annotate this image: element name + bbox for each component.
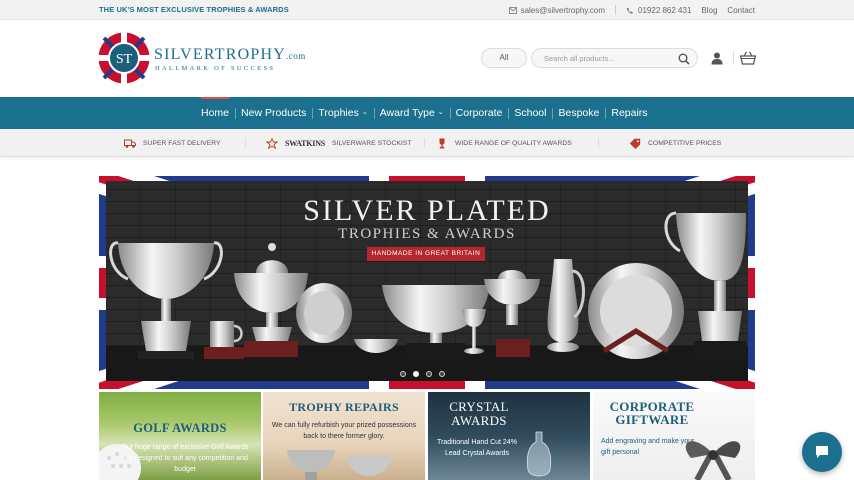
nav-label: Home xyxy=(201,107,230,119)
usp-stockist: SWATKINS SILVERWARE STOCKIST xyxy=(266,137,412,150)
contact-link[interactable]: Contact xyxy=(727,6,755,15)
nav-new-products[interactable]: New Products xyxy=(235,97,312,129)
phone-text: 01922 862 431 xyxy=(638,5,692,15)
header-divider xyxy=(733,51,734,65)
top-bar: THE UK'S MOST EXCLUSIVE TROPHIES & AWARD… xyxy=(0,0,854,20)
divider xyxy=(424,138,425,148)
card-text: Our huge range of exclusive Golf Awards … xyxy=(121,444,249,473)
usp-range: WIDE RANGE OF QUALITY AWARDS xyxy=(436,137,572,150)
chevron-down-icon: ⌄ xyxy=(437,109,444,116)
search-category-select[interactable]: All xyxy=(481,48,527,68)
brand-suffix: .com xyxy=(285,51,306,61)
swatkins-logo: SWATKINS xyxy=(285,139,326,148)
divider xyxy=(598,138,599,148)
nav-label: School xyxy=(514,107,547,119)
usp-delivery: SUPER FAST DELIVERY xyxy=(124,137,221,150)
phone-icon xyxy=(626,6,634,14)
logo-monogram: ST xyxy=(116,52,133,67)
nav-trophies[interactable]: Trophies ⌄ xyxy=(312,97,373,129)
divider xyxy=(615,5,617,15)
usp-range-text: WIDE RANGE OF QUALITY AWARDS xyxy=(455,140,572,147)
site-header: ST SILVERTROPHY.com HALLMARK OF SUCCESS … xyxy=(0,20,854,97)
card-title-line1: CRYSTAL xyxy=(449,399,509,414)
nav-label: Repairs xyxy=(611,107,648,119)
logo-brand: SILVERTROPHY.com xyxy=(154,46,306,64)
card-crystal-awards[interactable]: CRYSTAL AWARDS Traditional Hand Cut 24% L… xyxy=(428,392,590,480)
card-title-line2: GIFTWARE xyxy=(615,412,689,427)
search-icon[interactable] xyxy=(678,53,690,65)
crystal-decanter-image xyxy=(526,431,552,477)
card-title: CORPORATE GIFTWARE xyxy=(593,400,733,426)
delivery-truck-icon xyxy=(124,139,136,148)
slider-dot[interactable] xyxy=(439,371,445,377)
card-corporate-giftware[interactable]: CORPORATE GIFTWARE Add engraving and make… xyxy=(593,392,755,480)
star-icon xyxy=(266,138,278,149)
card-title-line2: AWARDS xyxy=(451,413,507,428)
card-title: CRYSTAL AWARDS xyxy=(428,400,560,428)
nav-school[interactable]: School xyxy=(508,97,552,129)
blog-link[interactable]: Blog xyxy=(701,6,717,15)
repair-trophies-image xyxy=(287,450,391,480)
top-links: sales@silvertrophy.com 01922 862 431 Blo… xyxy=(508,5,755,15)
slider-dot[interactable] xyxy=(426,371,432,377)
search-input[interactable] xyxy=(544,52,674,65)
usp-delivery-text: SUPER FAST DELIVERY xyxy=(143,140,221,147)
usp-prices: COMPETITIVE PRICES xyxy=(629,137,721,150)
category-cards: GOLF AWARDS Our huge range of exclusive … xyxy=(99,392,755,480)
card-text: We can fully refurbish your prized posse… xyxy=(271,422,417,440)
search-box xyxy=(531,48,698,68)
card-trophy-repairs[interactable]: TROPHY REPAIRS We can fully refurbish yo… xyxy=(263,392,425,480)
email-text: sales@silvertrophy.com xyxy=(520,5,606,15)
slider-dot[interactable] xyxy=(400,371,406,377)
hero-subtitle: TROPHIES & AWARDS xyxy=(338,226,516,242)
hero-slider[interactable]: SILVER PLATED TROPHIES & AWARDS HANDMADE… xyxy=(99,176,755,389)
divider xyxy=(245,138,246,148)
brand-name: SILVERTROPHY xyxy=(154,46,286,63)
nav-home[interactable]: Home xyxy=(195,97,235,129)
chevron-down-icon: ⌄ xyxy=(361,109,368,116)
price-tag-icon xyxy=(629,138,641,149)
card-text: Traditional Hand Cut 24% Lead Crystal Aw… xyxy=(437,439,517,457)
nav-label: New Products xyxy=(241,107,307,119)
hero-ribbon: HANDMADE IN GREAT BRITAIN xyxy=(367,247,485,261)
logo-tagline: HALLMARK OF SUCCESS xyxy=(155,65,276,72)
gift-bow-image xyxy=(685,441,741,480)
envelope-icon xyxy=(508,6,517,14)
site-tagline: THE UK'S MOST EXCLUSIVE TROPHIES & AWARD… xyxy=(99,5,289,14)
main-nav: Home New Products Trophies ⌄ Award Type ⌄ … xyxy=(0,97,854,129)
site-logo[interactable]: ST SILVERTROPHY.com HALLMARK OF SUCCESS xyxy=(98,32,328,86)
card-title: TROPHY REPAIRS xyxy=(289,400,399,414)
card-title: GOLF AWARDS xyxy=(133,421,227,435)
nav-label: Bespoke xyxy=(558,107,600,119)
nav-bespoke[interactable]: Bespoke xyxy=(552,97,605,129)
usp-prices-text: COMPETITIVE PRICES xyxy=(648,140,722,147)
account-icon[interactable] xyxy=(711,52,723,65)
email-link[interactable]: sales@silvertrophy.com xyxy=(508,5,606,15)
nav-repairs[interactable]: Repairs xyxy=(605,97,653,129)
nav-corporate[interactable]: Corporate xyxy=(449,97,509,129)
usp-stockist-text: SILVERWARE STOCKIST xyxy=(332,140,412,147)
basket-icon[interactable] xyxy=(740,51,756,65)
nav-label: Award Type xyxy=(379,107,435,119)
nav-label: Trophies xyxy=(318,107,359,119)
nav-label: Corporate xyxy=(455,107,503,119)
usp-bar: SUPER FAST DELIVERY SWATKINS SILVERWARE … xyxy=(0,129,854,157)
chat-bubble-icon xyxy=(816,446,828,458)
chat-button[interactable] xyxy=(802,432,842,472)
card-golf-awards[interactable]: GOLF AWARDS Our huge range of exclusive … xyxy=(99,392,261,480)
phone-link[interactable]: 01922 862 431 xyxy=(626,6,691,15)
slider-dots xyxy=(400,371,445,377)
hero-title: SILVER PLATED xyxy=(303,194,551,227)
trophy-icon xyxy=(439,138,445,149)
slider-dot-active[interactable] xyxy=(413,371,419,377)
logo-medal-icon: ST xyxy=(98,32,150,84)
nav-award-type[interactable]: Award Type ⌄ xyxy=(373,97,450,129)
